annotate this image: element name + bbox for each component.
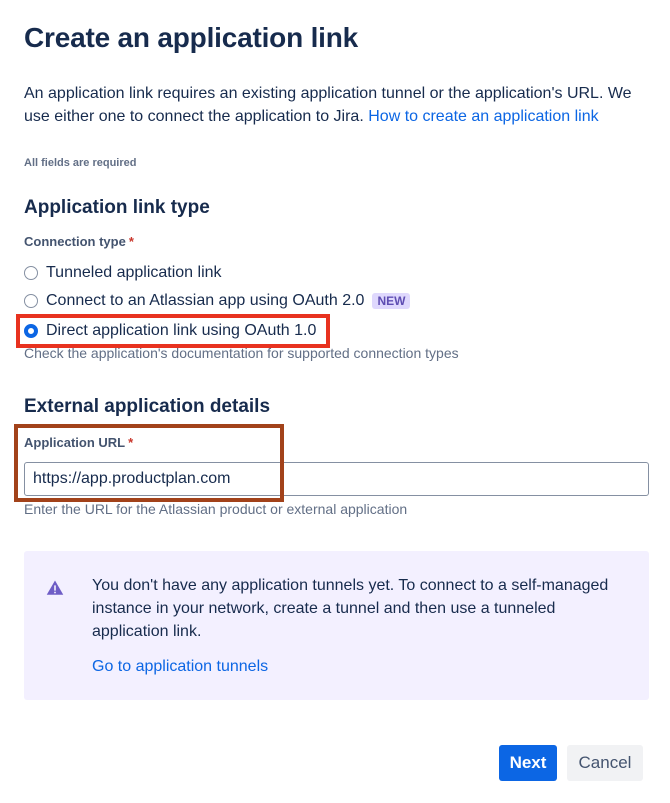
required-fields-note: All fields are required	[24, 157, 137, 169]
go-to-application-tunnels-link[interactable]: Go to application tunnels	[92, 658, 268, 676]
radio-label: Tunneled application link	[46, 264, 222, 281]
intro-paragraph: An application link requires an existing…	[24, 82, 649, 128]
new-badge: NEW	[372, 293, 411, 309]
radio-connect-atlassian-oauth2[interactable]: Connect to an Atlassian app using OAuth …	[24, 290, 411, 312]
application-url-helper-text: Enter the URL for the Atlassian product …	[24, 501, 408, 517]
info-message: You don't have any application tunnels y…	[92, 577, 609, 640]
radio-button[interactable]	[24, 294, 38, 308]
required-indicator: *	[128, 234, 134, 249]
radio-tunneled-application-link[interactable]: Tunneled application link	[24, 262, 222, 284]
connection-type-label: Connection type *	[24, 234, 134, 249]
radio-label: Connect to an Atlassian app using OAuth …	[46, 292, 365, 309]
details-section-title: External application details	[24, 396, 271, 417]
how-to-create-link[interactable]: How to create an application link	[368, 108, 598, 125]
radio-button[interactable]	[24, 266, 38, 280]
cancel-button[interactable]: Cancel	[567, 745, 643, 781]
warning-icon	[46, 580, 64, 595]
next-button[interactable]: Next	[499, 745, 557, 781]
connection-type-helper-text: Check the application's documentation fo…	[24, 345, 459, 361]
annotation-highlight-box	[14, 424, 284, 502]
info-panel: You don't have any application tunnels y…	[24, 551, 649, 700]
link-type-section-title: Application link type	[24, 197, 210, 218]
page-title: Create an application link	[24, 22, 358, 53]
annotation-highlight-box	[16, 314, 330, 348]
connection-type-label-text: Connection type	[24, 234, 126, 249]
